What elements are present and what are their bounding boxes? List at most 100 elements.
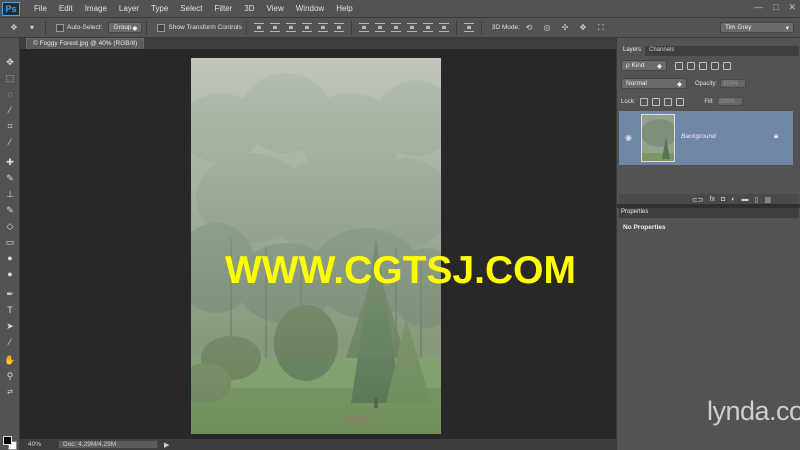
lock-image-icon[interactable] (652, 97, 661, 106)
brush-tool-icon[interactable]: ✎ (4, 172, 16, 184)
forest-photo-svg (191, 58, 441, 434)
tab-layers[interactable]: Layers (619, 46, 646, 56)
canvas-area[interactable]: WWW.CGTSJ.COM (20, 49, 616, 438)
link-layers-icon[interactable]: ⊂⊃ (692, 196, 704, 204)
doc-info[interactable]: Doc: 4.29M/4.29M (58, 440, 158, 449)
blend-mode-value: Normal (626, 80, 647, 87)
shape-tool-icon[interactable]: ⁄ (4, 336, 16, 348)
align-vcenter-icon[interactable] (269, 23, 280, 32)
tool-preset-chevron-icon[interactable]: ▾ (26, 22, 38, 34)
zoom-tool-icon[interactable]: ⚲ (4, 370, 16, 382)
menu-window[interactable]: Window (290, 4, 330, 13)
menu-image[interactable]: Image (79, 4, 113, 13)
minimize-icon[interactable]: — (754, 2, 763, 13)
history-brush-tool-icon[interactable]: ✎ (4, 204, 16, 216)
divider (455, 20, 457, 35)
new-layer-icon[interactable]: ▯ (755, 196, 759, 204)
adjustment-layer-icon[interactable]: ◐ (731, 196, 735, 203)
eye-icon[interactable]: ◉ (625, 133, 632, 142)
layer-name[interactable]: Background (681, 133, 716, 140)
type-tool-icon[interactable]: T (4, 304, 16, 316)
distribute-bottom-icon[interactable] (390, 23, 401, 32)
menu-help[interactable]: Help (330, 4, 358, 13)
distribute-left-icon[interactable] (406, 23, 417, 32)
close-icon[interactable]: ✕ (788, 2, 796, 13)
blend-mode-dropdown[interactable]: Normal ◆ (621, 78, 687, 89)
foreground-color-swatch[interactable] (3, 436, 12, 445)
document-tab[interactable]: © Foggy Forest.jpg @ 40% (RGB/8) (26, 38, 145, 49)
menu-file[interactable]: File (28, 4, 53, 13)
layer-style-icon[interactable]: fx (710, 196, 715, 203)
lock-transparent-icon[interactable] (640, 97, 649, 106)
status-menu-arrow-icon[interactable]: ▶ (164, 441, 169, 449)
distribute-top-icon[interactable] (358, 23, 369, 32)
move-tool-icon[interactable]: ✥ (8, 22, 20, 34)
eraser-tool-icon[interactable]: ◇ (4, 220, 16, 232)
default-colors-icon[interactable]: ⇄ (4, 386, 16, 398)
menu-layer[interactable]: Layer (113, 4, 145, 13)
fill-field[interactable]: 100% (716, 97, 743, 106)
layers-panel-tabs: Layers Channels (619, 46, 799, 56)
move-tool-icon[interactable]: ✥ (4, 56, 16, 68)
delete-layer-icon[interactable]: ▥ (764, 196, 771, 204)
shape-filter-icon[interactable] (711, 61, 719, 70)
lock-all-icon[interactable] (676, 97, 685, 106)
distribute-right-icon[interactable] (438, 23, 449, 32)
opacity-field[interactable]: 100% (720, 79, 747, 88)
smart-object-filter-icon[interactable] (723, 61, 731, 70)
3d-pan-icon[interactable]: ✣ (559, 22, 571, 34)
align-left-icon[interactable] (301, 23, 312, 32)
maximize-icon[interactable]: □ (773, 2, 778, 13)
distribute-vcenter-icon[interactable] (374, 23, 385, 32)
adjustment-filter-icon[interactable] (687, 61, 695, 70)
zoom-level[interactable]: 40% (28, 441, 54, 448)
align-right-icon[interactable] (333, 23, 344, 32)
add-mask-icon[interactable]: ◘ (721, 196, 725, 203)
menu-edit[interactable]: Edit (53, 4, 79, 13)
dodge-tool-icon[interactable]: ● (4, 268, 16, 280)
lock-position-icon[interactable] (664, 97, 673, 106)
align-bottom-icon[interactable] (285, 23, 296, 32)
type-filter-icon[interactable] (699, 61, 707, 70)
3d-slide-icon[interactable]: ✥ (577, 22, 589, 34)
quick-select-tool-icon[interactable]: ⁄ (4, 104, 16, 116)
distribute-hcenter-icon[interactable] (422, 23, 433, 32)
tab-channels[interactable]: Channels (645, 46, 678, 56)
marquee-tool-icon[interactable]: ⬚ (4, 72, 16, 84)
healing-brush-tool-icon[interactable]: ✚ (4, 156, 16, 168)
3d-roll-icon[interactable]: ◎ (541, 22, 553, 34)
eyedropper-tool-icon[interactable]: ⁄ (4, 136, 16, 148)
show-transform-checkbox[interactable] (157, 23, 166, 32)
3d-mode-label: 3D Mode: (491, 24, 520, 31)
menu-3d[interactable]: 3D (238, 4, 260, 13)
auto-align-icon[interactable] (463, 23, 474, 32)
menu-select[interactable]: Select (174, 4, 208, 13)
lynda-wordmark: lynda (707, 396, 770, 426)
divider (480, 20, 482, 35)
workspace-dropdown[interactable]: Tim Grey ▾ (720, 22, 794, 33)
align-hcenter-icon[interactable] (317, 23, 328, 32)
pixel-filter-icon[interactable] (675, 61, 683, 70)
auto-select-dropdown[interactable]: Group ◆ (108, 22, 143, 33)
blur-tool-icon[interactable]: ● (4, 252, 16, 264)
lasso-tool-icon[interactable]: ◌ (4, 88, 16, 100)
clone-stamp-tool-icon[interactable]: ⊥ (4, 188, 16, 200)
auto-select-checkbox[interactable] (56, 23, 64, 32)
menu-type[interactable]: Type (145, 4, 174, 13)
layer-row[interactable]: ◉ Background 🔒︎ (619, 111, 793, 165)
crop-tool-icon[interactable]: ⌗ (4, 120, 16, 132)
pen-tool-icon[interactable]: ✒ (4, 288, 16, 300)
3d-rotate-icon[interactable]: ⟲ (523, 22, 535, 34)
tab-properties[interactable]: Properties (621, 209, 648, 215)
align-top-icon[interactable] (253, 23, 264, 32)
menu-bar: Ps File Edit Image Layer Type Select Fil… (0, 0, 800, 18)
layer-filter-dropdown[interactable]: ρ Kind ◆ (621, 60, 667, 71)
3d-scale-icon[interactable]: ⛶ (595, 22, 607, 34)
new-group-icon[interactable]: ▬ (742, 196, 749, 203)
menu-view[interactable]: View (261, 4, 290, 13)
path-select-tool-icon[interactable]: ➤ (4, 320, 16, 332)
hand-tool-icon[interactable]: ✋ (4, 354, 16, 366)
gradient-tool-icon[interactable]: ▭ (4, 236, 16, 248)
menu-filter[interactable]: Filter (209, 4, 239, 13)
watermark-text: WWW.CGTSJ.COM (225, 249, 576, 292)
